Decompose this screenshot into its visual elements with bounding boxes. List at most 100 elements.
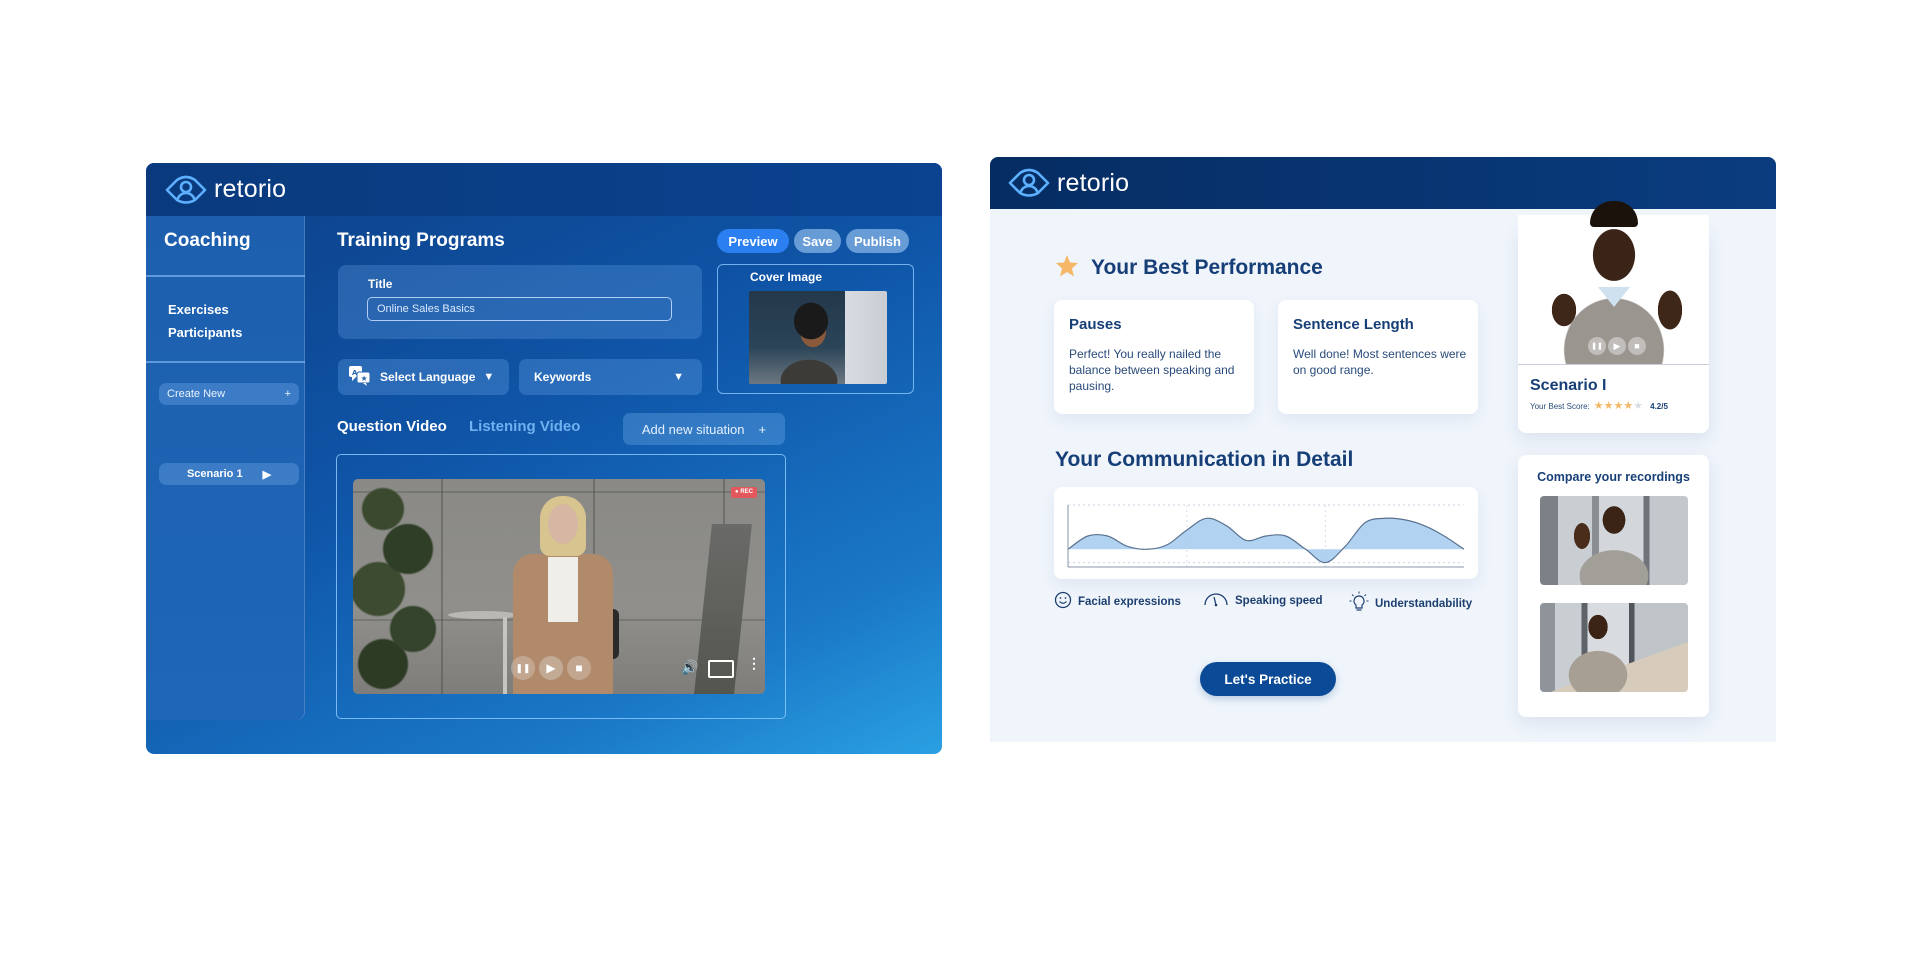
retorio-logo-icon	[1007, 168, 1051, 198]
publish-button[interactable]: Publish	[846, 229, 909, 253]
communication-chart	[1067, 504, 1465, 568]
best-score-value: 4.2/5	[1650, 402, 1668, 411]
play-icon: ▶	[1613, 340, 1621, 351]
sidebar-item-exercises[interactable]: Exercises	[168, 302, 229, 317]
legend-facial-expressions[interactable]: Facial expressions	[1054, 591, 1181, 612]
language-dropdown[interactable]: A ★ Select Language ▼	[338, 359, 509, 395]
fullscreen-button[interactable]	[708, 660, 734, 678]
retorio-logo-icon	[164, 175, 208, 205]
stop-icon: ■	[1634, 341, 1640, 351]
stop-button[interactable]: ■	[567, 656, 591, 680]
table-image	[448, 611, 518, 619]
create-new-button[interactable]: Create New +	[159, 383, 299, 405]
best-score: Your Best Score: ★★★★★ 4.2/5	[1530, 401, 1668, 412]
legend-label: Understandability	[1375, 597, 1473, 610]
legend-speaking-speed[interactable]: Speaking speed	[1203, 591, 1323, 610]
star-filled-icon: ★	[1593, 400, 1604, 412]
sidebar-title: Coaching	[164, 230, 251, 251]
tab-question-video[interactable]: Question Video	[337, 418, 447, 435]
svg-text:★: ★	[361, 374, 368, 383]
brand-logo[interactable]: retorio	[164, 175, 286, 205]
language-label: Select Language	[380, 370, 476, 384]
brand-name: retorio	[214, 175, 287, 203]
star-filled-icon: ★	[1613, 400, 1624, 412]
star-icon	[1055, 254, 1079, 282]
pause-button[interactable]: ❚❚	[1588, 337, 1606, 355]
recording-thumbnail[interactable]	[1540, 603, 1688, 692]
caret-down-icon: ▼	[673, 371, 684, 383]
add-situation-label: Add new situation	[641, 421, 745, 437]
sentence-length-feedback: Well done! Most sentences were on good r…	[1293, 347, 1467, 377]
legend-understandability[interactable]: Understandability	[1349, 591, 1472, 616]
play-icon: ▶	[262, 468, 272, 481]
play-button[interactable]: ▶	[539, 656, 563, 680]
play-button[interactable]: ▶	[1608, 337, 1626, 355]
legend-label: Facial expressions	[1078, 595, 1181, 608]
star-filled-icon: ★	[1603, 400, 1614, 412]
pauses-card: Pauses Perfect! You really nailed the ba…	[1054, 300, 1254, 414]
pause-icon: ❚❚	[1591, 343, 1603, 350]
app-header: retorio	[146, 163, 942, 216]
cover-image[interactable]	[749, 291, 887, 384]
scenario-title: Scenario I	[1530, 377, 1607, 394]
compare-title: Compare your recordings	[1537, 470, 1690, 484]
translate-icon: A ★	[348, 365, 372, 390]
chart-area	[1068, 518, 1464, 563]
brand-logo[interactable]: retorio	[1007, 168, 1129, 198]
pause-button[interactable]: ❚❚	[511, 656, 535, 680]
title-input[interactable]	[367, 297, 672, 321]
question-video-player[interactable]: ● REC ❚❚ ▶ ■ 🔊 ⋮	[353, 479, 765, 694]
volume-button[interactable]: 🔊	[681, 659, 698, 676]
sidebar-divider	[146, 361, 305, 363]
rec-badge: ● REC	[731, 487, 757, 498]
add-situation-button[interactable]: Add new situation +	[623, 413, 785, 445]
sentence-length-title: Sentence Length	[1293, 316, 1414, 333]
scenario-video-thumbnail[interactable]: ❚❚ ▶ ■	[1518, 201, 1709, 365]
caret-down-icon: ▼	[483, 371, 495, 383]
lets-practice-button[interactable]: Let's Practice	[1200, 662, 1336, 696]
course-editor-panel: retorio Coaching Exercises Participants …	[146, 163, 942, 754]
person-collar	[1598, 287, 1630, 307]
star-filled-icon: ★	[1623, 400, 1634, 412]
create-new-label: Create New	[167, 388, 226, 400]
more-vertical-icon: ⋮	[747, 655, 761, 671]
sidebar: Coaching Exercises Participants Create N…	[146, 216, 305, 720]
lightbulb-icon	[1349, 591, 1369, 616]
cover-image-card[interactable]: Cover Image	[717, 264, 914, 394]
tab-listening-video[interactable]: Listening Video	[469, 418, 580, 435]
recording-thumbnail[interactable]	[1540, 496, 1688, 585]
compare-recordings-card: Compare your recordings	[1518, 455, 1709, 717]
keywords-dropdown[interactable]: Keywords ▼	[519, 359, 702, 395]
best-score-label: Your Best Score:	[1530, 402, 1590, 411]
communication-chart-card	[1054, 487, 1478, 579]
best-performance-title: Your Best Performance	[1091, 256, 1323, 279]
scenario-1-item[interactable]: Scenario 1 ▶	[159, 463, 299, 485]
plus-icon: +	[284, 388, 291, 400]
app-header: retorio	[990, 157, 1776, 209]
star-empty-icon: ★	[1633, 400, 1644, 412]
best-performance-heading: Your Best Performance	[1055, 254, 1323, 282]
save-button[interactable]: Save	[794, 229, 841, 253]
more-options-button[interactable]: ⋮	[747, 655, 761, 672]
presenter-shirt	[548, 557, 578, 622]
plus-icon: +	[758, 421, 767, 437]
video-card: ● REC ❚❚ ▶ ■ 🔊 ⋮	[336, 454, 786, 719]
title-label: Title	[368, 277, 393, 291]
table-leg	[503, 617, 507, 694]
keywords-label: Keywords	[534, 370, 592, 384]
pause-icon: ❚❚	[515, 662, 531, 673]
stop-icon: ■	[575, 661, 583, 675]
presenter-face	[548, 504, 578, 544]
stop-button[interactable]: ■	[1628, 337, 1646, 355]
volume-icon: 🔊	[681, 659, 699, 675]
rating-stars: ★★★★★	[1594, 401, 1643, 412]
sidebar-item-participants[interactable]: Participants	[168, 325, 242, 340]
sentence-length-card: Sentence Length Well done! Most sentence…	[1278, 300, 1478, 414]
play-icon: ▶	[546, 661, 556, 675]
performance-report-panel: retorio Your Best Performance Pauses Per…	[990, 157, 1776, 742]
brand-name: retorio	[1057, 168, 1130, 197]
preview-button[interactable]: Preview	[717, 229, 789, 253]
page-title: Training Programs	[337, 230, 505, 251]
title-card: Title	[338, 265, 702, 339]
scenario-card[interactable]: ❚❚ ▶ ■ Scenario I Your Best Score: ★★★★★…	[1518, 201, 1709, 433]
